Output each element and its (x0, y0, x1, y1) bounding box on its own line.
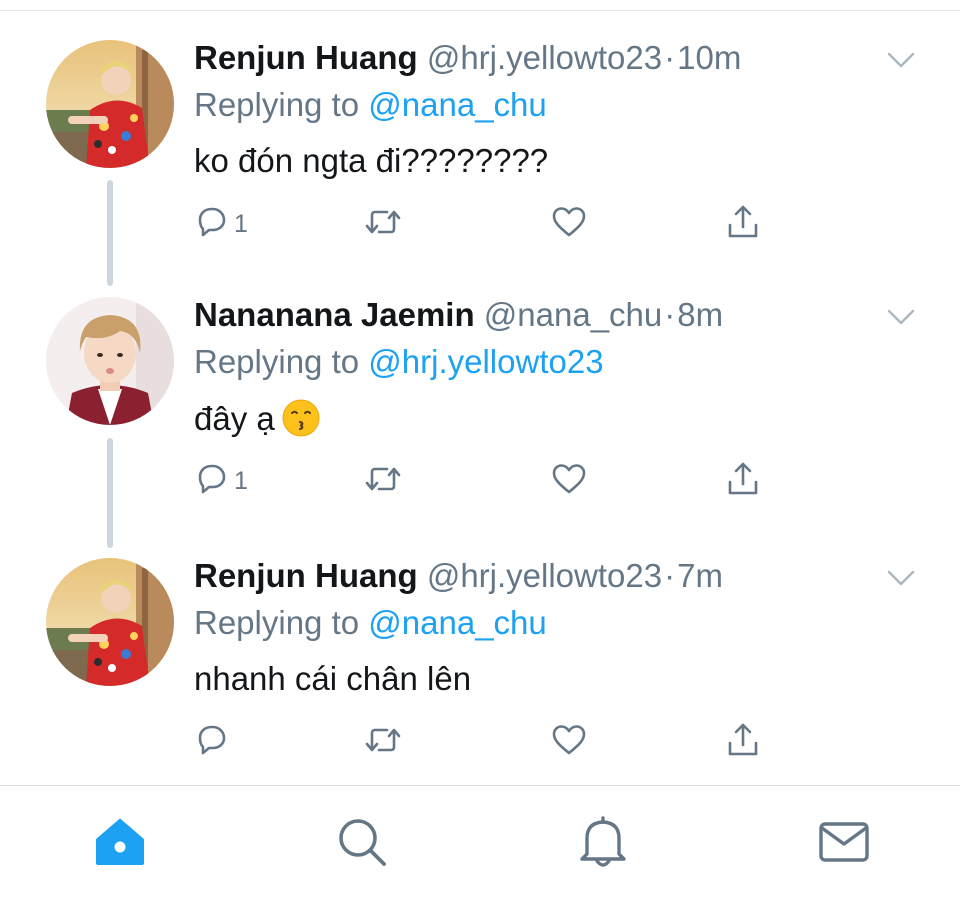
reply-count: 1 (234, 466, 248, 495)
timestamp[interactable]: 10m (677, 39, 741, 76)
messages-tab[interactable] (814, 816, 874, 872)
tweet-text: ko đón ngta đi???????? (194, 142, 549, 179)
replying-to-label: Replying to (194, 86, 360, 123)
timestamp[interactable]: 8m (677, 296, 723, 333)
replying-to-label: Replying to (194, 604, 360, 641)
retweet-icon (362, 460, 404, 503)
avatar[interactable] (46, 297, 174, 425)
avatar[interactable] (46, 40, 174, 168)
username-handle[interactable]: @hrj.yellowto23 (427, 557, 662, 594)
share-button[interactable] (724, 204, 762, 244)
reply-icon (192, 203, 230, 246)
replying-to-line: Replying to @nana_chu (194, 85, 547, 125)
tweet-actions: 1 (192, 204, 792, 244)
display-name[interactable]: Renjun Huang (194, 557, 418, 594)
home-tab[interactable] (90, 816, 150, 872)
retweet-icon (362, 721, 404, 764)
tweet-header: Renjun Huang @hrj.yellowto23·7m (194, 556, 723, 596)
retweet-button[interactable] (362, 204, 404, 244)
tweet-text: nhanh cái chân lên (194, 660, 472, 697)
chevron-down-icon[interactable] (886, 48, 916, 72)
replying-to-handle[interactable]: @hrj.yellowto23 (368, 343, 603, 380)
reply-button[interactable]: 1 (192, 461, 248, 501)
tweet-actions (192, 722, 792, 762)
replying-to-label: Replying to (194, 343, 360, 380)
notifications-icon (577, 814, 629, 875)
like-button[interactable] (550, 461, 588, 501)
reply-icon (192, 721, 230, 764)
share-icon (724, 721, 762, 764)
retweet-button[interactable] (362, 461, 404, 501)
username-handle[interactable]: @nana_chu (484, 296, 662, 333)
messages-icon (817, 819, 871, 870)
share-button[interactable] (724, 722, 762, 762)
display-name[interactable]: Renjun Huang (194, 39, 418, 76)
top-divider (0, 10, 960, 11)
search-icon (335, 815, 389, 874)
like-button[interactable] (550, 204, 588, 244)
avatar-renjun-image (46, 558, 174, 686)
tweet-text-content: đây ạ (194, 400, 275, 437)
tweet[interactable]: Renjun Huang @hrj.yellowto23·10m Replyin… (0, 38, 960, 300)
separator-dot: · (664, 557, 676, 594)
replying-to-line: Replying to @nana_chu (194, 603, 547, 643)
home-icon (92, 816, 148, 873)
like-icon (550, 460, 588, 503)
timestamp[interactable]: 7m (677, 557, 723, 594)
tweet[interactable]: Renjun Huang @hrj.yellowto23·7m Replying… (0, 556, 960, 818)
reply-button[interactable]: 1 (192, 204, 248, 244)
share-icon (724, 460, 762, 503)
tweet[interactable]: Nananana Jaemin @nana_chu·8m Replying to… (0, 295, 960, 557)
tweet-text: đây ạ (194, 398, 321, 447)
search-tab[interactable] (332, 816, 392, 872)
share-icon (724, 203, 762, 246)
replying-to-handle[interactable]: @nana_chu (368, 86, 546, 123)
replying-to-handle[interactable]: @nana_chu (368, 604, 546, 641)
reply-count: 1 (234, 209, 248, 238)
username-handle[interactable]: @hrj.yellowto23 (427, 39, 662, 76)
reply-button[interactable] (192, 722, 234, 762)
tweet-actions: 1 (192, 461, 792, 501)
chevron-down-icon[interactable] (886, 305, 916, 329)
like-button[interactable] (550, 722, 588, 762)
replying-to-line: Replying to @hrj.yellowto23 (194, 342, 604, 382)
bottom-tab-bar (0, 785, 960, 900)
retweet-icon (362, 203, 404, 246)
retweet-button[interactable] (362, 722, 404, 762)
tweet-header: Renjun Huang @hrj.yellowto23·10m (194, 38, 741, 78)
chevron-down-icon[interactable] (886, 566, 916, 590)
avatar-jaemin-image (46, 297, 174, 425)
kissing-face-emoji (281, 398, 321, 447)
display-name[interactable]: Nananana Jaemin (194, 296, 475, 333)
tweet-header: Nananana Jaemin @nana_chu·8m (194, 295, 723, 335)
avatar[interactable] (46, 558, 174, 686)
avatar-renjun-image (46, 40, 174, 168)
separator-dot: · (664, 39, 676, 76)
separator-dot: · (664, 296, 676, 333)
notifications-tab[interactable] (573, 814, 633, 875)
reply-icon (192, 460, 230, 503)
share-button[interactable] (724, 461, 762, 501)
like-icon (550, 203, 588, 246)
like-icon (550, 721, 588, 764)
